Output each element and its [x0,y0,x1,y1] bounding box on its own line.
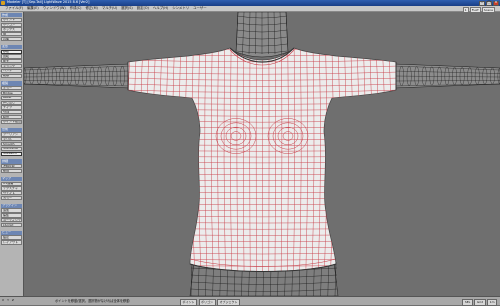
sidebar-tool-button[interactable]: ボックス [1,27,22,31]
sidebar-section-header: ビュー [1,231,22,235]
menu-item-3[interactable]: 作成(C) [68,7,84,10]
lightwave-app-icon [1,1,5,5]
neck-wireframe [236,12,288,57]
sidebar-tool-button[interactable]: ユーティリティ [1,218,22,222]
sidebar-tool-button[interactable]: ポイント [1,18,22,22]
sidebar-tool-button[interactable]: 球 [1,32,22,36]
sidebar-tool-button[interactable]: 分割 [1,110,22,114]
sidebar-section-header: 変形 [1,45,22,49]
sidebar-tool-button[interactable]: テクスチャ [1,186,22,190]
menu-item-8[interactable]: ヘルプ(H) [151,7,170,10]
sidebar-tool-button[interactable]: 移動 [1,50,22,54]
sidebar-tool-button[interactable]: LScript [1,223,22,227]
sidebar-tool-button[interactable]: 押し出し [1,101,22,105]
sidebar-tool-button[interactable]: ドラッグ [1,64,22,68]
wireframe-model[interactable] [24,12,500,296]
tool-sidebar: 作成ポイントポリゴンボックス球円盤変形移動回転拡大ドラッグベンド削除複製ミラーB… [0,12,24,296]
sidebar-tool-button[interactable]: ポリゴン [1,23,22,27]
minimize-icon[interactable]: – [479,1,485,6]
sidebar-tool-button[interactable]: ミラー [1,86,22,90]
menu-item-4[interactable]: 修正(M) [84,7,100,10]
right-tool-buttons: SELGrid1m [462,299,497,306]
menu-item-6[interactable]: 選択(S) [119,7,135,10]
sidebar-tool-button[interactable]: Bridge [1,91,22,95]
shirt-mesh [128,48,396,272]
selection-mode-button[interactable]: オブジェクト [217,299,240,306]
sidebar-tool-button[interactable]: 法線反転 [1,164,22,168]
coordinate-label: Y [7,299,9,302]
arm [24,64,132,88]
sidebar-tool-button[interactable]: 結合 [1,115,22,119]
menu-item-1[interactable]: 編集(E) [25,7,41,10]
close-icon[interactable]: × [493,1,499,6]
sidebar-tool-button[interactable]: 編集 [1,213,22,217]
status-tool-button[interactable]: Grid [474,299,485,306]
menu-item-7[interactable]: 設定(O) [135,7,151,10]
status-tool-button[interactable]: 1m [487,299,497,306]
sidebar-section-header: マップ [1,177,22,181]
sidebar-tool-button[interactable]: ウェイト [1,191,22,195]
sidebar-tool-button[interactable]: UV展開 [1,182,22,186]
arm [392,64,500,88]
maximize-icon[interactable]: □ [486,1,492,6]
menu-item-5[interactable]: マルチ(U) [100,7,119,10]
window-controls: – □ × [479,1,499,6]
sidebar-tool-button[interactable]: ベンド [1,69,22,73]
menu-item-10[interactable]: ユーザー [191,7,209,10]
sidebar-tool-button[interactable]: 回転 [1,54,22,58]
sidebar-tool-button[interactable]: ドリル [1,137,22,141]
selection-mode-buttons: ポイントポリゴンオブジェクト [180,299,240,306]
selection-mode-button[interactable]: ポリゴン [199,299,216,306]
sidebar-section-header: 詳細 [1,159,22,163]
selection-mode-button[interactable]: ポイント [180,299,197,306]
coordinate-readout: XYZ [2,299,14,302]
sidebar-section-header: プラグイン [1,204,22,208]
sidebar-section-header: 合成 [1,128,22,132]
status-bar: XYZ ポイントを移動/選択。選択物がなければ全体を移動 ポイントポリゴンオブジ… [0,296,500,305]
sidebar-tool-button[interactable]: カラー [1,196,22,200]
coordinate-label: Z [12,299,14,302]
coordinate-label: X [2,299,4,302]
sidebar-tool-button[interactable]: ナイフ [1,105,22,109]
sidebar-section-header: 複製 [1,81,22,85]
sidebar-tool-button[interactable]: 円盤 [1,37,22,41]
status-message: ポイントを移動/選択。選択物がなければ全体を移動 [55,300,129,303]
sidebar-tool-button[interactable]: 削除 [1,74,22,78]
sidebar-tool-button[interactable]: Bevel [1,96,22,100]
sidebar-section-header: 作成 [1,13,22,17]
window-title: Modeler [T] [Sep-Tail] LightWave 2015 8.… [7,1,89,4]
menu-item-0[interactable]: ファイル(F) [3,7,25,10]
sidebar-tool-button[interactable]: ブーリアン [1,132,22,136]
sidebar-tool-button[interactable]: 拡大 [1,59,22,63]
perspective-viewport[interactable] [24,12,500,296]
sidebar-tool-button[interactable]: ポイント結合 [1,120,22,124]
sidebar-tool-button[interactable]: 整列 [1,169,22,173]
sidebar-tool-button[interactable]: Subdivide [1,147,22,151]
menu-item-2[interactable]: ウィンドウ(W) [41,7,68,10]
sidebar-tool-button[interactable]: SubPatch [1,152,22,156]
sidebar-tool-button[interactable]: Smooth [1,142,22,146]
status-tool-button[interactable]: SEL [462,299,472,306]
sidebar-tool-button[interactable]: 追加 [1,208,22,212]
sidebar-tool-button[interactable]: レイアウト [1,240,22,244]
menu-item-9[interactable]: シンメトリ [170,7,191,10]
sidebar-tool-button[interactable]: 設定 [1,235,22,239]
